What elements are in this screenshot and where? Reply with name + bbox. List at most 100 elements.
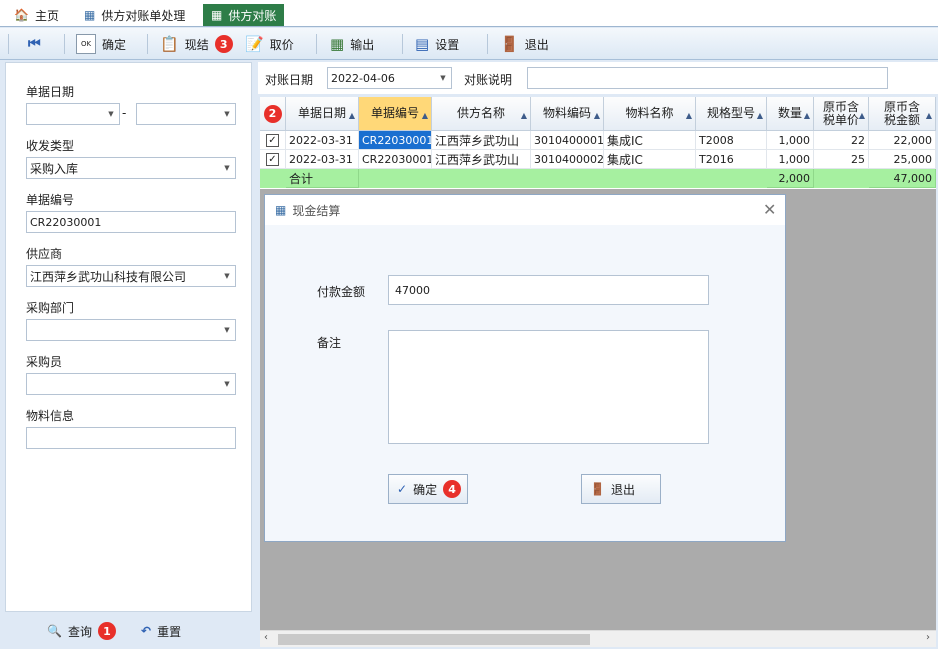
check-icon: ✓: [397, 482, 408, 496]
dropdown-arrow-icon: ▼: [224, 164, 230, 172]
close-icon[interactable]: ✕: [763, 200, 776, 219]
material-input[interactable]: [26, 427, 236, 449]
query-panel: 单据日期 ▼ - ▼ 收发类型 采购入库 ▼ 单据编号 CR22030001 供应…: [5, 62, 252, 612]
lock-icon: ▲: [685, 111, 692, 120]
dropdown-arrow-icon: ▼: [108, 110, 114, 118]
col-header[interactable]: 单据日期 ▲: [286, 97, 359, 131]
table-cell[interactable]: 22,000: [869, 131, 936, 150]
reconcile-date-picker[interactable]: 2022-04-06 ▼: [327, 67, 452, 89]
supplier-select[interactable]: 江西萍乡武功山科技有限公司 ▼: [26, 265, 236, 287]
ok-document-icon: OK: [76, 34, 96, 54]
doc-date-from-field[interactable]: ▼: [26, 103, 120, 125]
scroll-right-icon[interactable]: ›: [926, 632, 930, 643]
settings-sheet-icon: ▤: [415, 35, 430, 53]
exit-door-icon: 🚪: [500, 35, 519, 53]
row-checkbox[interactable]: ✓: [260, 131, 286, 150]
cash-settle-button[interactable]: 📋 现结 3: [160, 31, 233, 57]
grid-icon: ▦: [275, 203, 287, 217]
step-badge: 2: [263, 104, 282, 123]
col-header[interactable]: 物料编码 ▲: [531, 97, 604, 131]
reconcile-desc-input[interactable]: [527, 67, 888, 89]
lock-icon: ▲: [858, 111, 865, 120]
reset-button[interactable]: ↶ 重置: [141, 618, 181, 644]
doc-date-to-field[interactable]: ▼: [136, 103, 236, 125]
tab-home[interactable]: 🏠 主页: [6, 4, 67, 26]
payment-amount-input[interactable]: 47000: [388, 275, 709, 305]
total-label: 合计: [286, 169, 359, 188]
dept-select[interactable]: ▼: [26, 319, 236, 341]
undo-icon: ↶: [141, 624, 152, 638]
reconcile-grid: 2 单据日期 ▲ 单据编号 ▲ 供方名称 ▲ 物料编码 ▲ 物料名称 ▲ 规格型号 ▲ 数量…: [260, 97, 936, 189]
search-icon: 🔍: [47, 624, 62, 638]
scrollbar-thumb[interactable]: [278, 634, 590, 645]
table-cell[interactable]: 1,000: [767, 131, 814, 150]
col-header[interactable]: 供方名称 ▲: [432, 97, 531, 131]
lock-icon: ▲: [756, 111, 763, 120]
buyer-select[interactable]: ▼: [26, 373, 236, 395]
first-record-icon[interactable]: ⏮: [28, 31, 41, 57]
fetch-price-button[interactable]: 📝 取价: [245, 31, 294, 57]
col-header[interactable]: 规格型号 ▲: [696, 97, 767, 131]
io-type-select[interactable]: 采购入库 ▼: [26, 157, 236, 179]
total-amount: 47,000: [869, 169, 936, 188]
table-cell[interactable]: 22: [814, 131, 869, 150]
lock-icon: ▲: [348, 111, 355, 120]
col-header[interactable]: 数量 ▲: [767, 97, 814, 131]
col-header[interactable]: 原币含税单价 ▲: [814, 97, 869, 131]
dropdown-arrow-icon: ▼: [224, 272, 230, 280]
query-button[interactable]: 🔍 查询 1: [47, 618, 116, 644]
export-button[interactable]: ▦ 输出: [330, 31, 374, 57]
table-cell[interactable]: 25: [814, 150, 869, 169]
lock-icon: ▲: [421, 111, 428, 120]
date-range-dash: -: [122, 106, 127, 120]
grid-icon: ▦: [211, 8, 223, 22]
tab-supplier-reconcile[interactable]: ▦ 供方对账: [203, 4, 285, 26]
table-cell[interactable]: 3010400002: [531, 150, 604, 169]
home-icon: 🏠: [14, 8, 29, 22]
dialog-confirm-button[interactable]: ✓ 确定 4: [388, 474, 468, 504]
edit-icon: 📝: [245, 35, 264, 53]
table-cell[interactable]: 江西萍乡武功山: [432, 131, 531, 150]
tab-supplier-statement[interactable]: ▦ 供方对账单处理: [76, 4, 193, 26]
table-cell[interactable]: T2016: [696, 150, 767, 169]
table-cell[interactable]: 3010400001: [531, 131, 604, 150]
doc-no-input[interactable]: CR22030001: [26, 211, 236, 233]
settings-button[interactable]: ▤ 设置: [415, 31, 459, 57]
dropdown-arrow-icon: ▼: [440, 74, 446, 82]
table-cell-selected[interactable]: CR22030001: [359, 131, 432, 150]
exit-door-icon: 🚪: [590, 482, 605, 496]
scroll-left-icon[interactable]: ‹: [264, 632, 268, 643]
dialog-exit-button[interactable]: 🚪 退出: [581, 474, 661, 504]
table-cell[interactable]: 25,000: [869, 150, 936, 169]
select-all-header[interactable]: 2: [260, 97, 286, 131]
filter-bar: 对账日期 2022-04-06 ▼ 对账说明: [258, 62, 938, 94]
confirm-button[interactable]: OK 确定: [76, 31, 126, 57]
remark-textarea[interactable]: [388, 330, 709, 444]
col-header-selected[interactable]: 单据编号 ▲: [359, 97, 432, 131]
reconcile-desc-label: 对账说明: [464, 73, 513, 87]
doc-date-label: 单据日期: [26, 85, 75, 99]
table-cell[interactable]: 集成IC: [604, 150, 696, 169]
lock-icon: ▲: [593, 111, 600, 120]
dropdown-arrow-icon: ▼: [224, 380, 230, 388]
table-cell[interactable]: 江西萍乡武功山: [432, 150, 531, 169]
total-quantity: 2,000: [767, 169, 814, 188]
payment-amount-label: 付款金额: [317, 285, 366, 299]
col-header[interactable]: 原币含税金额 ▲: [869, 97, 936, 131]
reconcile-date-label: 对账日期: [265, 73, 314, 87]
table-cell[interactable]: CR22030001: [359, 150, 432, 169]
table-cell[interactable]: 2022-03-31: [286, 150, 359, 169]
col-header[interactable]: 物料名称 ▲: [604, 97, 696, 131]
dept-label: 采购部门: [26, 301, 75, 315]
exit-button[interactable]: 🚪 退出: [500, 31, 549, 57]
toolbar: ⏮ OK 确定 📋 现结 3 📝 取价 ▦ 输出 ▤ 设置 🚪 退出: [0, 28, 938, 60]
table-cell[interactable]: 1,000: [767, 150, 814, 169]
checkbox-checked-icon: ✓: [266, 133, 279, 147]
horizontal-scrollbar[interactable]: ‹ ›: [260, 630, 936, 647]
table-cell[interactable]: 集成IC: [604, 131, 696, 150]
lock-icon: ▲: [803, 111, 810, 120]
table-cell[interactable]: T2008: [696, 131, 767, 150]
lock-icon: ▲: [925, 111, 932, 120]
table-cell[interactable]: 2022-03-31: [286, 131, 359, 150]
row-checkbox[interactable]: ✓: [260, 150, 286, 169]
